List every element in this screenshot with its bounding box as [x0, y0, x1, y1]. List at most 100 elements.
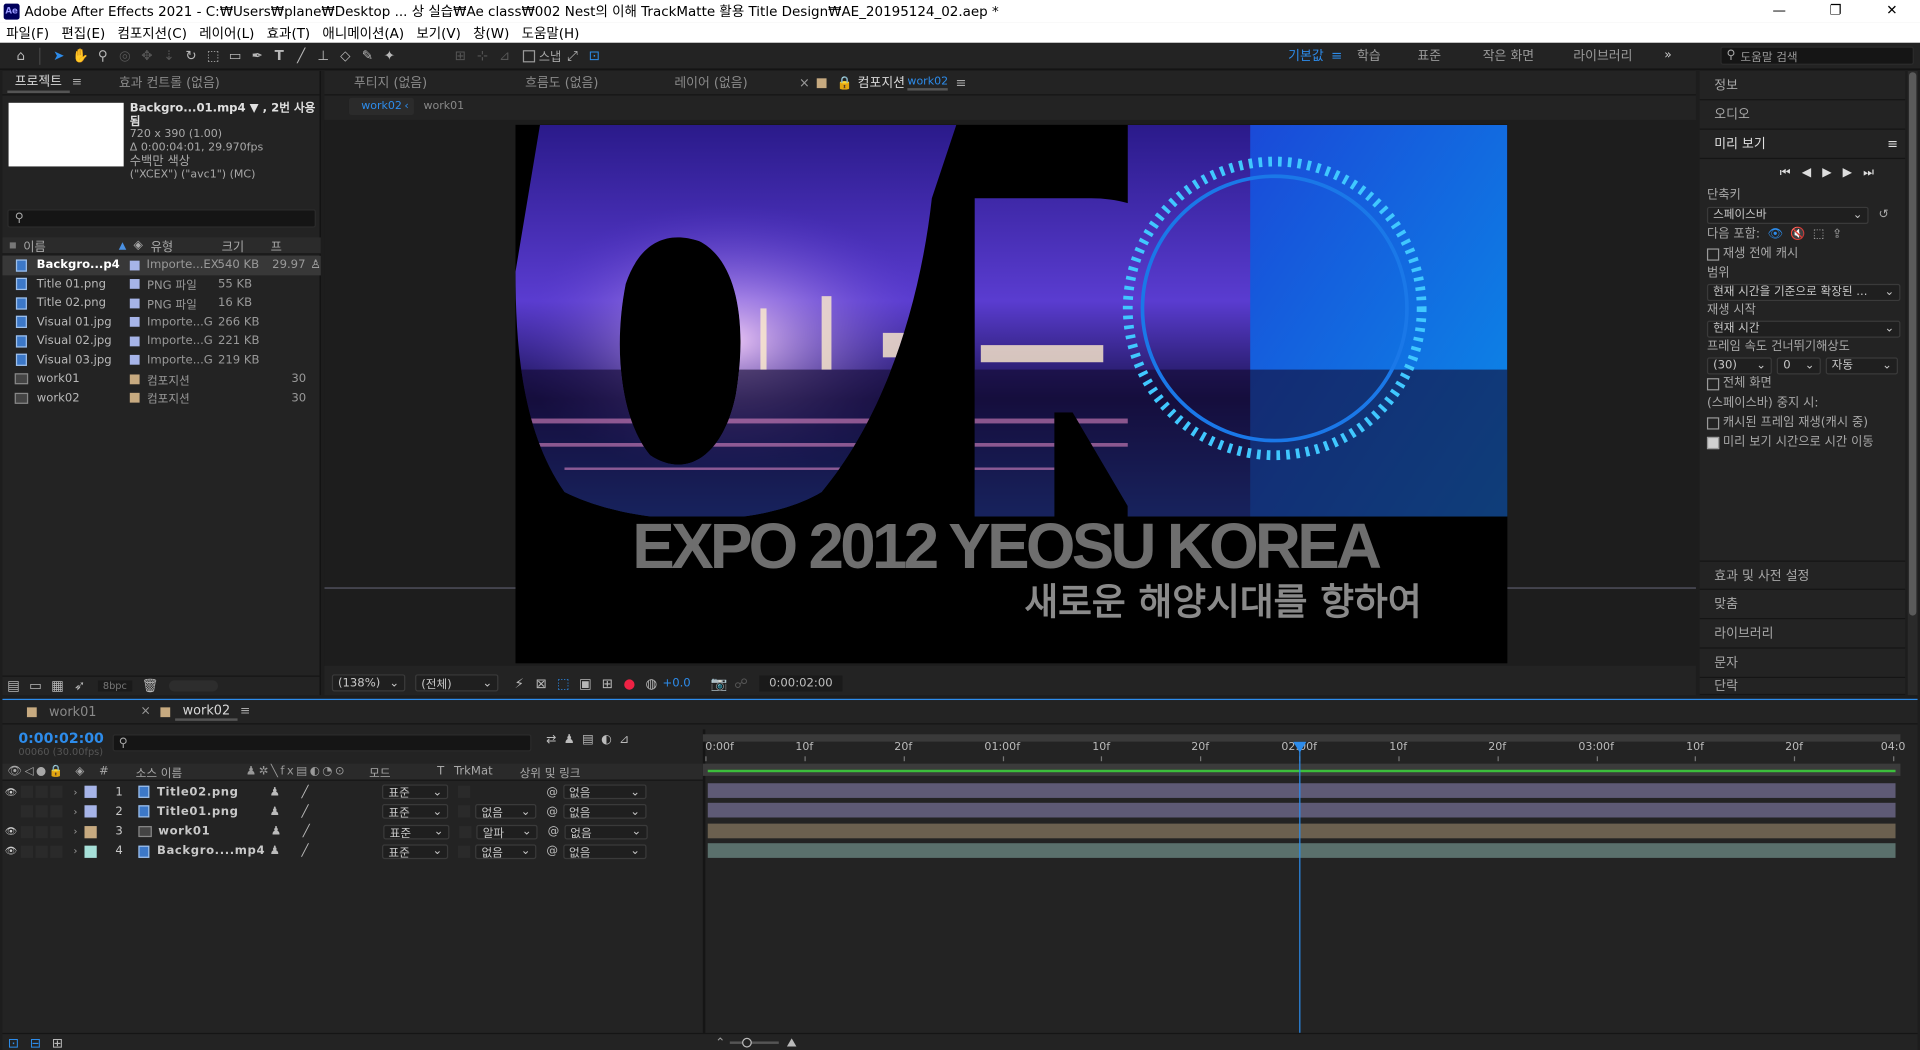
col-fps[interactable]: 프: [271, 236, 308, 254]
label-color-swatch[interactable]: [129, 374, 140, 384]
audio-toggle[interactable]: [20, 805, 34, 818]
audio-panel-header[interactable]: 오디오: [1699, 100, 1906, 130]
skip-dropdown[interactable]: 0 ⌄: [1777, 357, 1821, 375]
workspace-menu-icon[interactable]: ≡: [1331, 48, 1342, 64]
blend-mode-dropdown[interactable]: 표준 ⌄: [382, 784, 449, 800]
parent-dropdown[interactable]: 없음 ⌄: [562, 844, 647, 860]
mask-visibility-icon[interactable]: ⬚: [552, 672, 574, 694]
eraser-tool-icon[interactable]: ◇: [334, 45, 356, 67]
tab-composition-name[interactable]: work02: [907, 75, 949, 90]
include-overlays-icon[interactable]: ⬚: [1813, 225, 1825, 245]
label-col-icon[interactable]: ◈: [133, 239, 150, 252]
workspace-default[interactable]: 기본값: [1288, 47, 1323, 65]
audio-toggle[interactable]: [20, 785, 34, 798]
timeline-tab-work02[interactable]: work02: [175, 703, 238, 721]
play-icon[interactable]: ▶: [1822, 166, 1831, 179]
solo-toggle[interactable]: [35, 825, 48, 838]
in-out-toggle-icon[interactable]: ⊞: [47, 1032, 69, 1050]
right-panel-scrollbar[interactable]: [1907, 70, 1918, 696]
tab-effect-controls[interactable]: 효과 컨트롤 (없음): [111, 73, 227, 91]
snap-feature-icon[interactable]: ⊡: [583, 45, 605, 67]
tab-project[interactable]: 프로젝트: [7, 72, 70, 94]
lock-icon[interactable]: 🔒: [837, 75, 853, 91]
breadcrumb-work01[interactable]: work01: [423, 100, 464, 112]
label-color-swatch[interactable]: [129, 355, 140, 365]
pick-whip-icon[interactable]: @: [548, 825, 560, 838]
frame-blending-icon[interactable]: ▤: [582, 733, 594, 746]
layer-label-color[interactable]: [84, 805, 97, 818]
project-item[interactable]: work01 컴포지션 30: [2, 370, 320, 389]
project-item[interactable]: Visual 02.jpg Importe...G 221 KB: [2, 332, 320, 351]
expand-chevron-icon[interactable]: ›: [73, 786, 77, 797]
label-color-swatch[interactable]: [129, 260, 140, 271]
menu-edit[interactable]: 편집(E): [55, 23, 111, 43]
blend-mode-dropdown[interactable]: 표준 ⌄: [383, 824, 450, 840]
transparency-grid-icon[interactable]: ⊠: [530, 672, 552, 694]
graph-editor-icon[interactable]: ⊿: [619, 733, 629, 746]
interpret-footage-icon[interactable]: ▤: [2, 675, 24, 697]
layer-duration-bar[interactable]: [707, 783, 1896, 798]
col-source-name[interactable]: 소스 이름: [136, 763, 183, 780]
track-matte-dropdown[interactable]: 없음 ⌄: [475, 804, 537, 820]
menu-window[interactable]: 창(W): [467, 23, 515, 43]
timeline-menu-icon[interactable]: ≡: [240, 705, 250, 718]
frame-rate-dropdown[interactable]: (30) ⌄: [1706, 357, 1773, 375]
cached-frames-checkbox[interactable]: [1706, 417, 1720, 430]
quality-switch-icon[interactable]: ╱: [303, 825, 320, 838]
viewer-canvas[interactable]: EXPO 2012 YEOSU KOREA 새로운 해양시대를 향하여: [324, 119, 1696, 666]
include-layer-controls-icon[interactable]: ⇪: [1832, 225, 1842, 245]
shy-switch-icon[interactable]: ♟: [270, 805, 287, 818]
reset-shortcut-icon[interactable]: ↺: [1878, 206, 1888, 226]
effects-presets-header[interactable]: 효과 및 사전 설정: [1699, 560, 1906, 590]
layer-duration-bar[interactable]: [707, 803, 1896, 818]
pick-whip-icon[interactable]: @: [546, 805, 558, 818]
layer-switches-toggle-icon[interactable]: ⊡: [2, 1032, 24, 1050]
view-axis-icon[interactable]: ⊿: [493, 45, 515, 67]
shy-switch-icon[interactable]: ♟: [270, 785, 287, 798]
menu-composition[interactable]: 컴포지션(C): [111, 23, 193, 43]
project-item[interactable]: work02 컴포지션 30: [2, 389, 320, 408]
motion-blur-icon[interactable]: ◐: [601, 733, 612, 746]
project-search-input[interactable]: ⚲: [7, 209, 316, 228]
zoom-slider[interactable]: [730, 1037, 780, 1048]
work-area-bar[interactable]: [702, 734, 1901, 742]
tab-footage[interactable]: 푸티지 (없음): [347, 73, 435, 91]
timeline-tab-work01[interactable]: work01: [42, 704, 104, 719]
zoom-dropdown[interactable]: (138%) ⌄: [331, 674, 406, 692]
zoom-in-icon[interactable]: ⛰: [787, 1036, 797, 1049]
preview-panel-header[interactable]: 미리 보기 ≡: [1699, 130, 1906, 160]
blend-mode-dropdown[interactable]: 표준 ⌄: [382, 804, 449, 820]
viewer-menu-icon[interactable]: ≡: [955, 75, 966, 90]
info-panel-header[interactable]: 정보: [1699, 71, 1906, 101]
layer-row[interactable]: 👁 › 4 Backgro....mp4 ♟ ╱ 표준 ⌄ 없음 ⌄ @ 없음 ⌄: [2, 842, 702, 862]
flowchart-icon[interactable]: ♙: [310, 259, 320, 272]
visibility-eye-icon[interactable]: 👁: [2, 846, 19, 857]
pan-camera-icon[interactable]: ✥: [136, 45, 158, 67]
last-frame-icon[interactable]: ⏭: [1863, 166, 1874, 179]
adobe-media-encoder-icon[interactable]: ➶: [69, 675, 91, 697]
tab-layer[interactable]: 레이어 (없음): [667, 73, 755, 91]
menu-effect[interactable]: 효과(T): [261, 23, 317, 43]
project-item[interactable]: Backgro...p4 Importe...EX 540 KB 29.97 ♙: [2, 255, 321, 275]
previous-frame-icon[interactable]: ◀: [1802, 166, 1811, 179]
shortcut-dropdown[interactable]: 스페이스바 ⌄: [1706, 206, 1869, 224]
audio-toggle[interactable]: [20, 845, 34, 858]
new-composition-icon[interactable]: ▦: [47, 675, 69, 697]
close-tab-icon[interactable]: ×: [141, 705, 151, 718]
world-axis-icon[interactable]: ⊹: [471, 45, 493, 67]
layer-label-color[interactable]: [84, 785, 97, 798]
solo-toggle[interactable]: [35, 785, 48, 798]
resolution-dropdown[interactable]: (전체) ⌄: [415, 674, 499, 692]
pick-whip-icon[interactable]: @: [546, 845, 558, 858]
brush-tool-icon[interactable]: ╱: [290, 45, 312, 67]
preserve-transparency-toggle[interactable]: [458, 805, 471, 818]
transfer-controls-toggle-icon[interactable]: ⊟: [24, 1032, 46, 1050]
audio-toggle[interactable]: [20, 825, 34, 838]
character-header[interactable]: 문자: [1699, 649, 1906, 678]
shy-switch-icon[interactable]: ♟: [271, 825, 288, 838]
visibility-eye-icon[interactable]: 👁: [2, 786, 19, 797]
expand-chevron-icon[interactable]: ›: [73, 826, 77, 837]
project-item[interactable]: Visual 01.jpg Importe...G 266 KB: [2, 313, 320, 332]
home-icon[interactable]: ⌂: [10, 45, 32, 67]
menu-view[interactable]: 보기(V): [410, 23, 467, 43]
